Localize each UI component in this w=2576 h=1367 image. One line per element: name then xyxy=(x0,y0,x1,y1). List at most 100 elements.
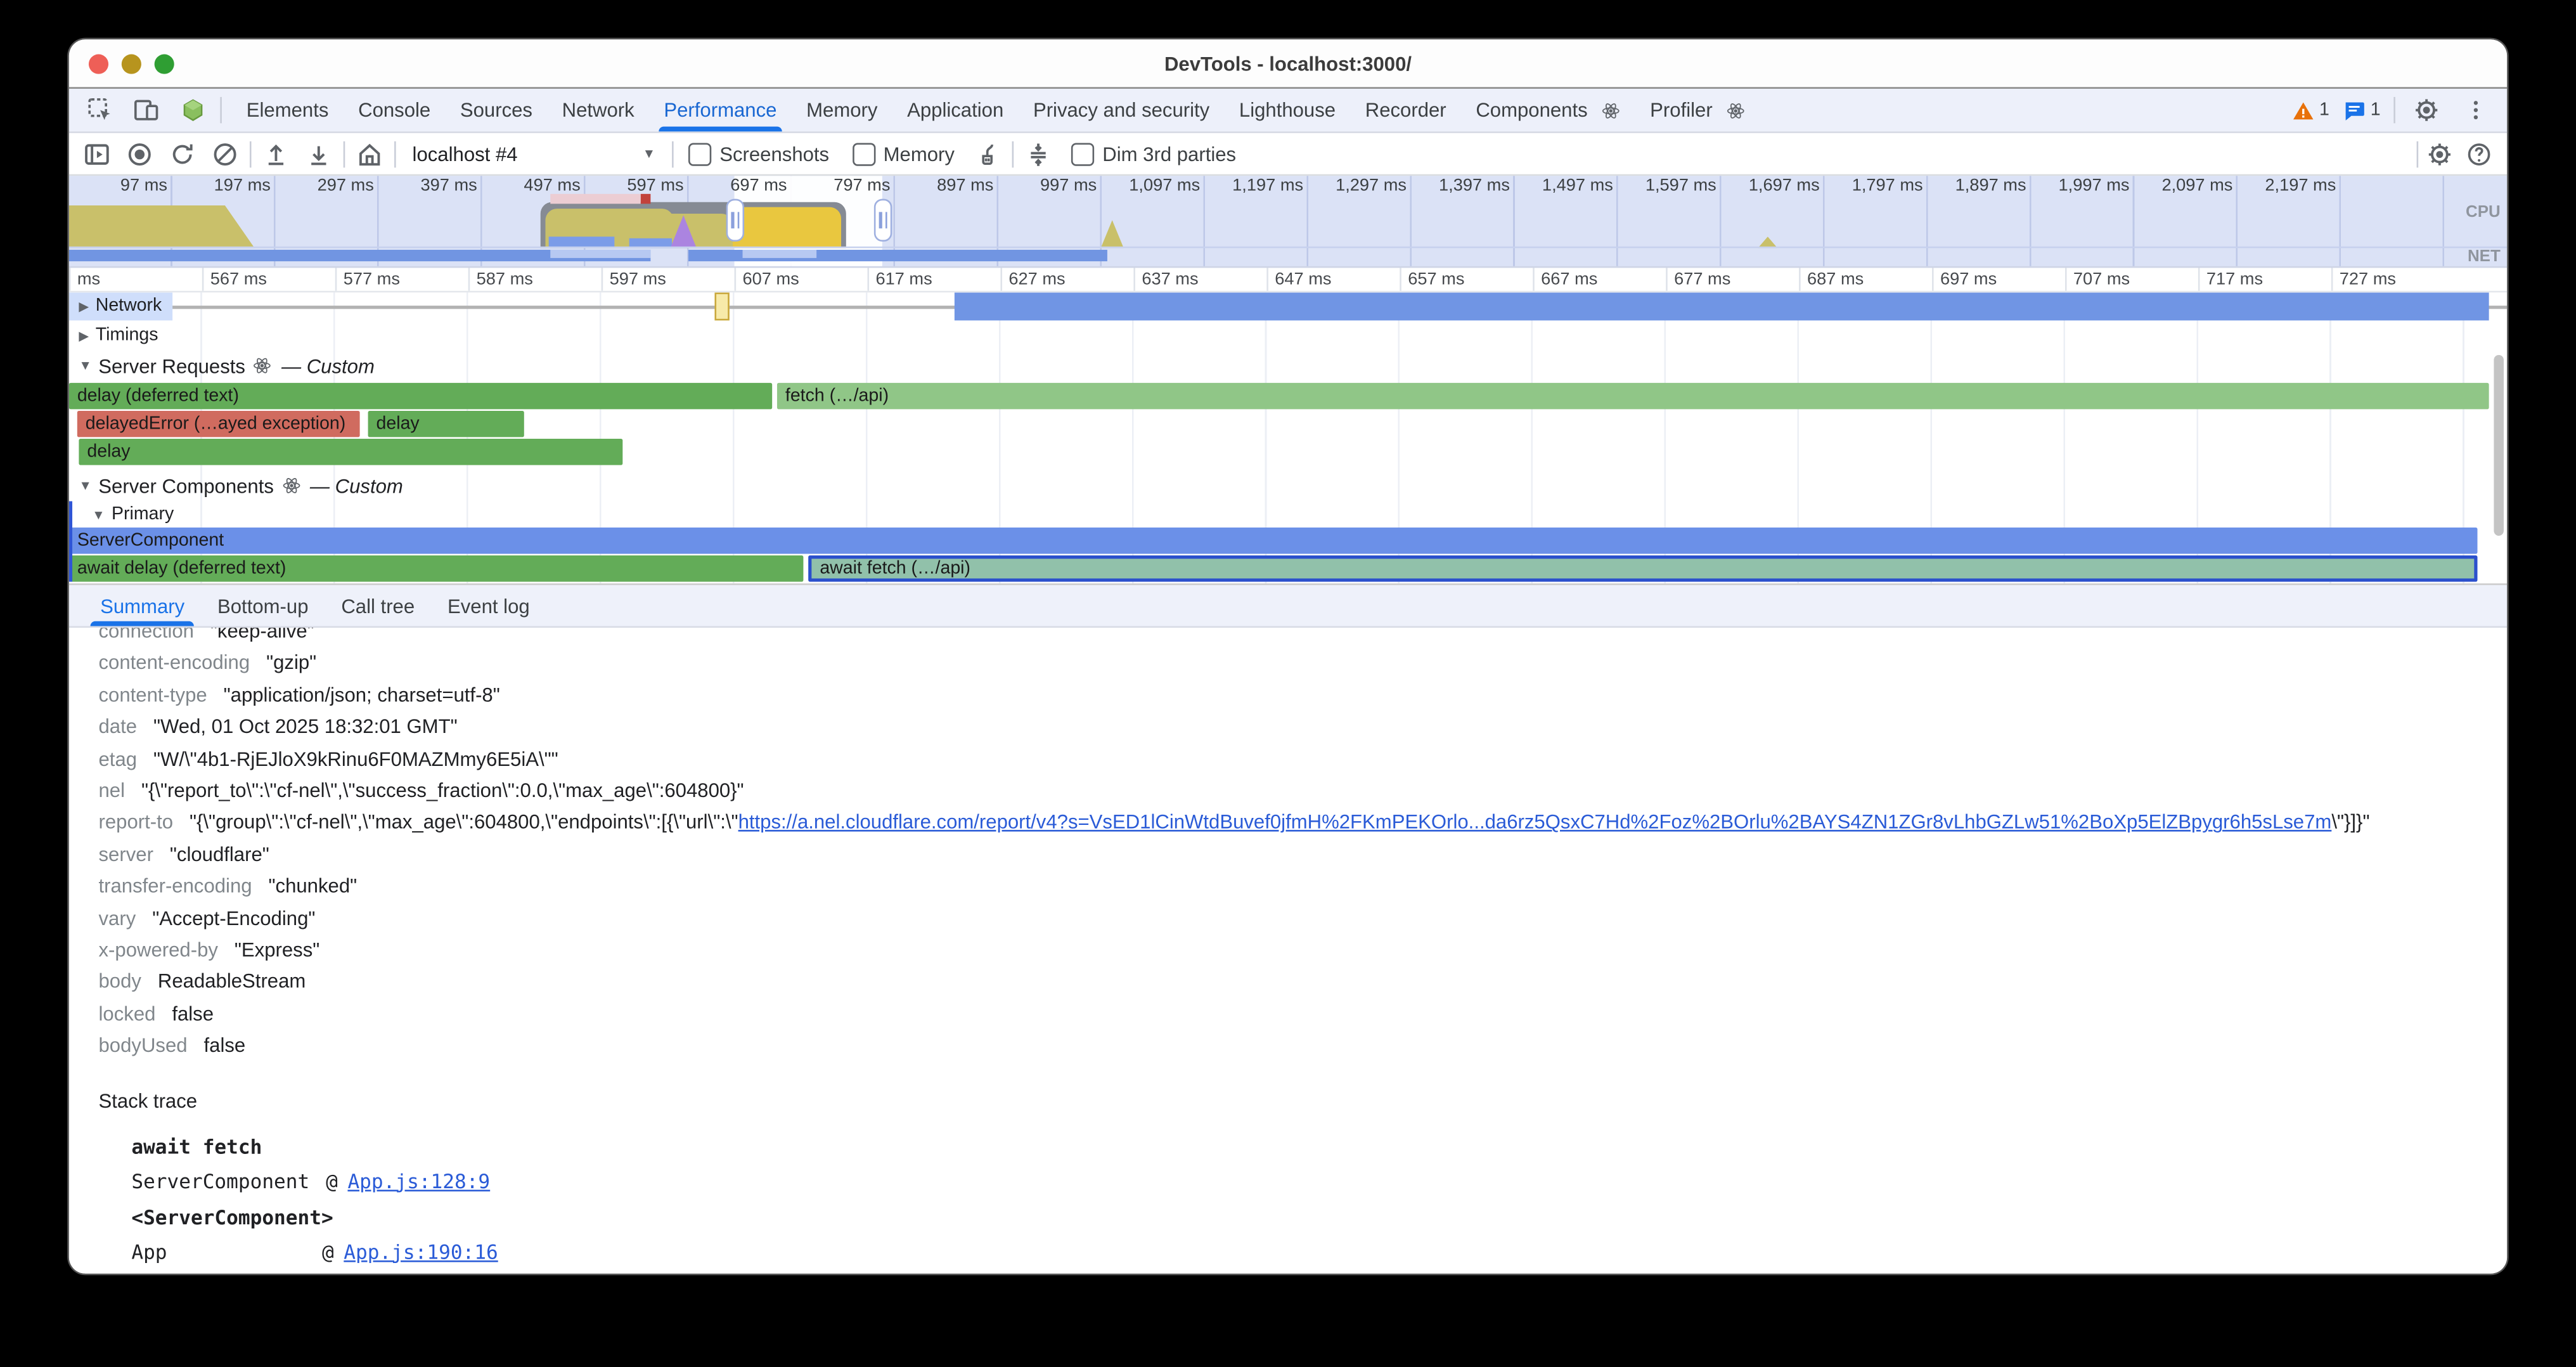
cpu-activity-shape xyxy=(733,207,841,249)
header-key: vary xyxy=(99,907,136,930)
timeline-ruler: ms567 ms577 ms587 ms597 ms607 ms617 ms62… xyxy=(69,268,2507,292)
network-request-yellow[interactable] xyxy=(714,292,729,320)
frame-source-link[interactable]: App.js:128:9 xyxy=(347,1165,490,1198)
close-button[interactable] xyxy=(89,55,108,74)
record-reload-icon[interactable] xyxy=(164,137,200,170)
timeline-overview[interactable]: 97 ms197 ms297 ms397 ms497 ms597 ms697 m… xyxy=(69,176,2507,268)
tab-console[interactable]: Console xyxy=(344,89,446,131)
tab-elements[interactable]: Elements xyxy=(231,89,343,131)
overview-time-label: 2,197 ms xyxy=(2238,176,2341,197)
timeline-bar[interactable]: fetch (…/api) xyxy=(777,383,2489,409)
header-value: "Express" xyxy=(235,938,319,961)
track-primary[interactable]: ▼ Primary xyxy=(69,502,2507,528)
header-row: bodyUsedfalse xyxy=(99,1031,2508,1063)
tab-network[interactable]: Network xyxy=(547,89,649,131)
selection-handle-left[interactable] xyxy=(726,199,745,242)
tab-application[interactable]: Application xyxy=(892,89,1019,131)
collect-garbage-icon[interactable] xyxy=(969,137,1005,170)
timeline-bar[interactable]: delay (deferred text) xyxy=(69,383,772,409)
header-key: x-powered-by xyxy=(99,938,218,961)
flame-chart[interactable]: ▶ Network ▶ Timings ▼ Server Requests xyxy=(69,292,2507,583)
track-timings[interactable]: ▶ Timings xyxy=(69,322,2507,348)
overview-time-label: 297 ms xyxy=(276,176,379,197)
timeline-bar[interactable]: ServerComponent xyxy=(69,528,2478,554)
memory-checkbox[interactable]: Memory xyxy=(852,142,955,165)
timeline-bar[interactable]: await fetch (…/api) xyxy=(808,555,2477,581)
load-profile-icon[interactable] xyxy=(258,137,294,170)
header-row: date"Wed, 01 Oct 2025 18:32:01 GMT" xyxy=(99,712,2508,744)
device-toolbar-icon[interactable] xyxy=(128,92,164,128)
cpu-lane-label: CPU xyxy=(2466,204,2501,222)
network-request-blue[interactable] xyxy=(955,292,2489,320)
stack-frame: App @ App.js:190:16 xyxy=(131,1235,2507,1268)
ruler-label: 717 ms xyxy=(2198,268,2331,290)
tab-lighthouse[interactable]: Lighthouse xyxy=(1225,89,1351,131)
tab-sources[interactable]: Sources xyxy=(446,89,548,131)
header-row: content-type"application/json; charset=u… xyxy=(99,680,2508,712)
selection-handle-right[interactable] xyxy=(874,199,892,242)
ruler-label: 727 ms xyxy=(2331,268,2464,290)
report-endpoint-link[interactable]: https://a.nel.cloudflare.com/report/v4?s… xyxy=(738,811,2332,834)
record-button[interactable] xyxy=(122,137,158,170)
overview-time-label: 897 ms xyxy=(895,176,998,197)
timeline-bar[interactable]: delay xyxy=(79,439,622,465)
header-key: content-type xyxy=(99,684,207,706)
window-title: DevTools - localhost:3000/ xyxy=(1164,52,1412,75)
overview-time-label: 1,997 ms xyxy=(2031,176,2134,197)
settings-gear-icon[interactable] xyxy=(2409,92,2445,128)
issues-badge[interactable]: 1 xyxy=(2343,100,2381,121)
tab-performance[interactable]: Performance xyxy=(649,89,792,131)
tab-recorder[interactable]: Recorder xyxy=(1350,89,1461,131)
ruler-label: 667 ms xyxy=(1533,268,1666,290)
track-network[interactable]: ▶ Network xyxy=(69,292,2507,318)
live-metrics-icon[interactable] xyxy=(79,137,115,170)
ruler-label: 687 ms xyxy=(1799,268,1932,290)
ruler-label: 647 ms xyxy=(1266,268,1400,290)
frame-source-link[interactable]: App.js:190:16 xyxy=(344,1235,498,1268)
help-icon[interactable] xyxy=(2461,137,2497,170)
stack-trace-title: Stack trace xyxy=(99,1085,2508,1117)
kebab-menu-icon[interactable] xyxy=(2457,92,2494,128)
warnings-badge[interactable]: 1 xyxy=(2291,100,2329,121)
tab-components[interactable]: Components xyxy=(1461,89,1635,131)
overview-time-label: 1,497 ms xyxy=(1515,176,1618,197)
history-select[interactable]: localhost #4 ▼ xyxy=(402,142,666,165)
tab-privacy-security[interactable]: Privacy and security xyxy=(1019,89,1225,131)
network-track-header[interactable]: ▶ Network xyxy=(69,292,172,320)
zoom-button[interactable] xyxy=(155,55,174,74)
save-profile-icon[interactable] xyxy=(300,137,337,170)
dim-3rd-parties-checkbox[interactable]: Dim 3rd parties xyxy=(1071,142,1236,165)
react-atom-icon xyxy=(1727,101,1746,119)
overview-time-label: 2,097 ms xyxy=(2134,176,2238,197)
tab-summary[interactable]: Summary xyxy=(84,585,201,626)
clear-icon[interactable] xyxy=(207,137,243,170)
tab-bottom-up[interactable]: Bottom-up xyxy=(201,585,325,626)
screenshots-checkbox[interactable]: Screenshots xyxy=(688,142,829,165)
ruler-label: 677 ms xyxy=(1666,268,1799,290)
title-bar: DevTools - localhost:3000/ xyxy=(69,39,2507,89)
checkbox-box xyxy=(688,142,711,165)
track-server-requests-header[interactable]: ▼ Server Requests — Custom xyxy=(69,352,2507,380)
scrollbar-thumb[interactable] xyxy=(2494,355,2504,536)
capture-settings-gear-icon[interactable] xyxy=(2421,137,2457,170)
timeline-bar[interactable]: await delay (deferred text) xyxy=(69,555,804,581)
tab-call-tree[interactable]: Call tree xyxy=(325,585,431,626)
stack-async-label: await fetch xyxy=(131,1130,2507,1164)
show-ignore-listed-link[interactable]: Show ignore-listed frames xyxy=(131,1270,428,1274)
network-activity-bar xyxy=(743,250,817,258)
tab-event-log[interactable]: Event log xyxy=(431,585,546,626)
timeline-bar[interactable]: delay xyxy=(368,411,524,437)
header-value: "Accept-Encoding" xyxy=(152,907,315,930)
home-icon[interactable] xyxy=(352,137,388,170)
timeline-bar[interactable]: delayedError (…ayed exception) xyxy=(77,411,360,437)
compress-arrows-icon[interactable] xyxy=(1021,137,1057,170)
tab-profiler[interactable]: Profiler xyxy=(1635,89,1760,131)
checkbox-box xyxy=(1071,142,1094,165)
ruler-label: 567 ms xyxy=(202,268,335,290)
expand-arrow-icon: ▼ xyxy=(79,358,92,373)
tab-memory[interactable]: Memory xyxy=(792,89,892,131)
track-server-components-header[interactable]: ▼ Server Components — Custom xyxy=(69,472,2507,500)
minimize-button[interactable] xyxy=(122,55,141,74)
cpu-activity-shape xyxy=(69,205,255,248)
inspect-element-icon[interactable] xyxy=(82,92,119,128)
